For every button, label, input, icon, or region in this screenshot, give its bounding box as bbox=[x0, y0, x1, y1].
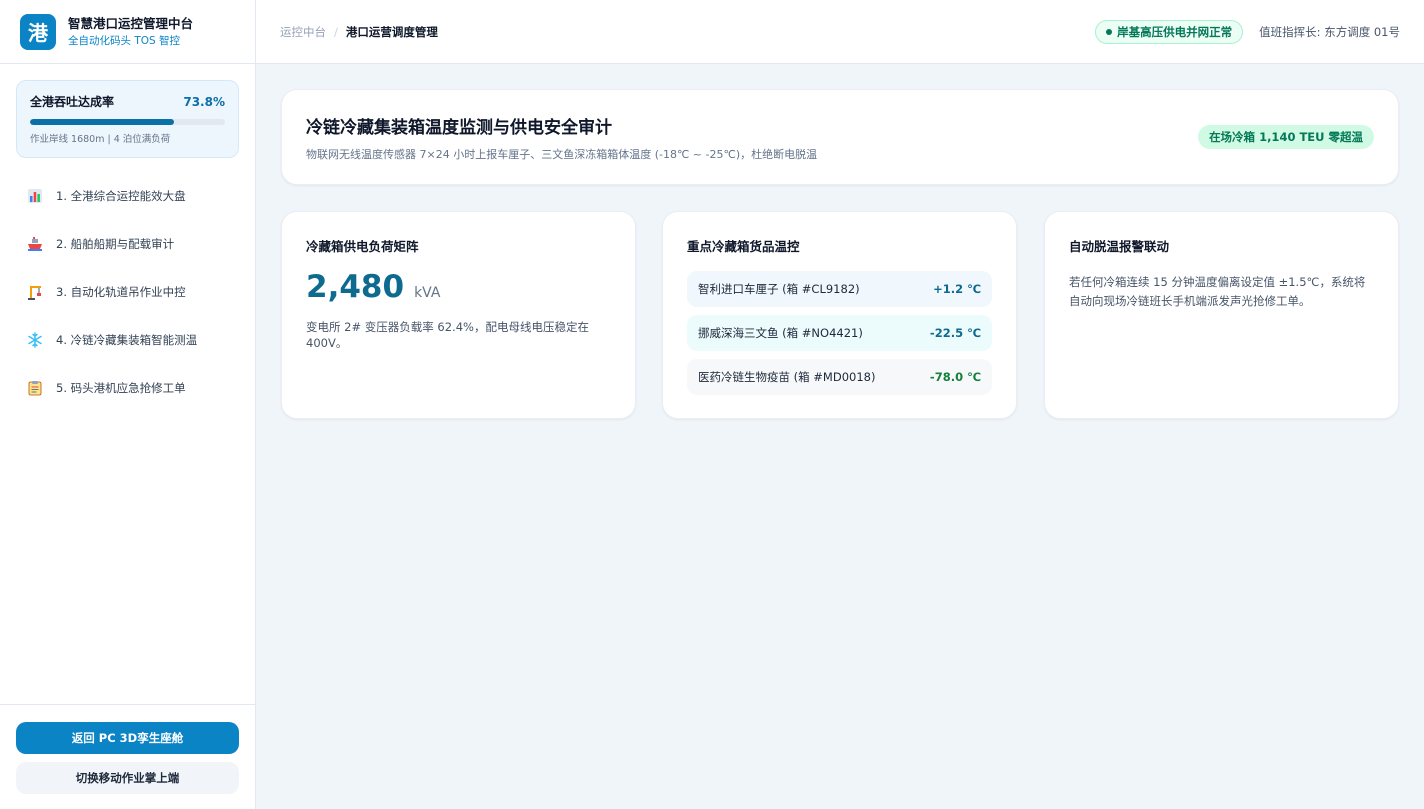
sidebar-item-vessel-audit[interactable]: 2. 船舶船期与配载审计 bbox=[16, 220, 239, 268]
kpi-note: 作业岸线 1680m | 4 泊位满负荷 bbox=[30, 134, 171, 145]
list-item[interactable]: 智利进口车厘子 (箱 #CL9182) +1.2 ℃ bbox=[687, 271, 992, 307]
clipboard-icon bbox=[26, 379, 44, 397]
sidebar-nav: 1. 全港综合运控能效大盘 2. 船舶船期与配载审计 3. 自动化轨道吊作业中控… bbox=[16, 172, 239, 412]
sidebar-item-crane-control[interactable]: 3. 自动化轨道吊作业中控 bbox=[16, 268, 239, 316]
top-header: 运控中台 / 港口运营调度管理 岸基高压供电并网正常 值班指挥长: 东方调度 0… bbox=[256, 0, 1424, 64]
kpi-progress-fill bbox=[30, 119, 174, 125]
power-load-note: 变电所 2# 变压器负载率 62.4%，配电母线电压稳定在 400V。 bbox=[306, 320, 589, 350]
reefer-count-badge: 在场冷箱 1,140 TEU 零超温 bbox=[1198, 125, 1374, 149]
breadcrumb-current: 港口运营调度管理 bbox=[345, 24, 438, 39]
sidebar-item-label: 4. 冷链冷藏集装箱智能测温 bbox=[56, 333, 198, 347]
sidebar-item-repair-orders[interactable]: 5. 码头港机应急抢修工单 bbox=[16, 364, 239, 412]
duty-commander: 值班指挥长: 东方调度 01号 bbox=[1259, 24, 1400, 39]
container-name: 医药冷链生物疫苗 (箱 #MD0018) bbox=[698, 370, 876, 384]
bar-chart-icon bbox=[26, 187, 44, 205]
container-name: 智利进口车厘子 (箱 #CL9182) bbox=[698, 282, 860, 296]
card-title: 冷藏箱供电负荷矩阵 bbox=[306, 239, 419, 254]
switch-mobile-button[interactable]: 切换移动作业掌上端 bbox=[16, 762, 239, 794]
brand-title: 智慧港口运控管理中台 bbox=[68, 15, 194, 31]
brand-header: 港 智慧港口运控管理中台 全自动化码头 TOS 智控 bbox=[0, 0, 255, 64]
throughput-kpi-card: 全港吞吐达成率 73.8% 作业岸线 1680m | 4 泊位满负荷 bbox=[16, 80, 239, 158]
status-dot-icon bbox=[1106, 28, 1113, 35]
power-load-unit: kVA bbox=[414, 285, 441, 301]
temp-list: 智利进口车厘子 (箱 #CL9182) +1.2 ℃ 挪威深海三文鱼 (箱 #N… bbox=[687, 271, 992, 395]
sidebar-item-label: 1. 全港综合运控能效大盘 bbox=[56, 189, 186, 203]
kpi-label: 全港吞吐达成率 bbox=[30, 95, 115, 109]
snowflake-icon bbox=[26, 331, 44, 349]
sidebar-item-label: 3. 自动化轨道吊作业中控 bbox=[56, 285, 186, 299]
container-temp: -22.5 ℃ bbox=[929, 326, 981, 340]
ship-icon bbox=[26, 235, 44, 253]
power-status-badge: 岸基高压供电并网正常 bbox=[1095, 19, 1244, 44]
brand-subtitle: 全自动化码头 TOS 智控 bbox=[68, 34, 181, 47]
breadcrumb: 运控中台 / 港口运营调度管理 bbox=[280, 24, 438, 40]
power-load-value: 2,480 bbox=[306, 269, 405, 305]
key-reefer-temp-card: 重点冷藏箱货品温控 智利进口车厘子 (箱 #CL9182) +1.2 ℃ 挪威深… bbox=[662, 211, 1017, 419]
breadcrumb-root-link[interactable]: 运控中台 bbox=[280, 24, 326, 40]
page-title: 冷链冷藏集装箱温度监测与供电安全审计 bbox=[306, 117, 612, 138]
breadcrumb-separator: / bbox=[334, 24, 338, 39]
sidebar-item-label: 2. 船舶船期与配载审计 bbox=[56, 237, 175, 251]
card-title: 重点冷藏箱货品温控 bbox=[687, 239, 800, 254]
sidebar-item-reefer-temp[interactable]: 4. 冷链冷藏集装箱智能测温 bbox=[16, 316, 239, 364]
page-description: 物联网无线温度传感器 7×24 小时上报车厘子、三文鱼深冻箱箱体温度 (-18℃… bbox=[306, 147, 818, 161]
back-to-3d-cockpit-button[interactable]: 返回 PC 3D孪生座舱 bbox=[16, 722, 239, 754]
power-load-card: 冷藏箱供电负荷矩阵 2,480 kVA 变电所 2# 变压器负载率 62.4%，… bbox=[281, 211, 636, 419]
sidebar-item-dashboard[interactable]: 1. 全港综合运控能效大盘 bbox=[16, 172, 239, 220]
card-title: 自动脱温报警联动 bbox=[1069, 239, 1170, 254]
list-item[interactable]: 医药冷链生物疫苗 (箱 #MD0018) -78.0 ℃ bbox=[687, 359, 992, 395]
kpi-progress-bar bbox=[30, 119, 225, 125]
list-item[interactable]: 挪威深海三文鱼 (箱 #NO4421) -22.5 ℃ bbox=[687, 315, 992, 351]
container-name: 挪威深海三文鱼 (箱 #NO4421) bbox=[698, 326, 863, 340]
power-status-text: 岸基高压供电并网正常 bbox=[1117, 24, 1233, 39]
brand-logo: 港 bbox=[20, 13, 56, 50]
container-temp: +1.2 ℃ bbox=[933, 282, 981, 296]
page-hero: 冷链冷藏集装箱温度监测与供电安全审计 物联网无线温度传感器 7×24 小时上报车… bbox=[281, 89, 1399, 185]
auto-alarm-card: 自动脱温报警联动 若任何冷箱连续 15 分钟温度偏离设定值 ±1.5℃，系统将自… bbox=[1044, 211, 1399, 419]
container-temp: -78.0 ℃ bbox=[929, 370, 981, 384]
sidebar-footer: 返回 PC 3D孪生座舱 切换移动作业掌上端 bbox=[0, 704, 256, 809]
alarm-description: 若任何冷箱连续 15 分钟温度偏离设定值 ±1.5℃，系统将自动向现场冷链班长手… bbox=[1069, 275, 1366, 308]
crane-icon bbox=[26, 283, 44, 301]
sidebar: 港 智慧港口运控管理中台 全自动化码头 TOS 智控 全港吞吐达成率 73.8%… bbox=[0, 0, 256, 809]
kpi-value: 73.8% bbox=[183, 94, 225, 109]
sidebar-item-label: 5. 码头港机应急抢修工单 bbox=[56, 381, 186, 395]
